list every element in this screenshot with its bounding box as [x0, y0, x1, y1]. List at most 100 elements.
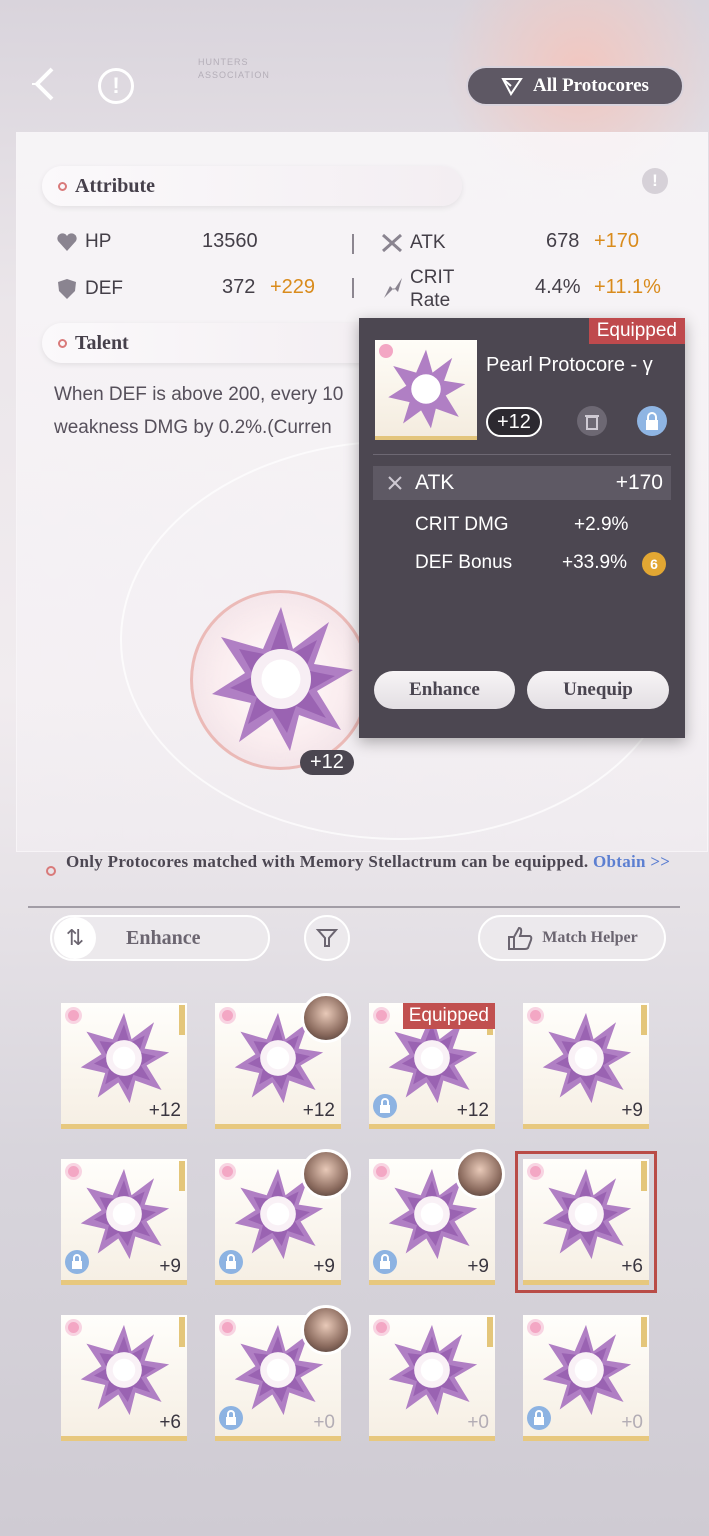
atk-value: 678	[546, 230, 580, 252]
lock-icon	[373, 1250, 397, 1274]
character-avatar	[301, 1305, 351, 1355]
back-icon[interactable]	[30, 66, 62, 102]
protocore-card[interactable]: +6	[61, 1315, 187, 1441]
protocore-popup: Equipped Pearl Protocore - γ +12 ATK +17…	[359, 318, 685, 738]
atk-label: ATK	[410, 232, 446, 253]
filter-icon	[315, 929, 339, 947]
obtain-link[interactable]: Obtain >>	[593, 852, 670, 871]
talent-header: Talent	[42, 323, 382, 363]
section-dot-icon	[58, 181, 67, 191]
thumbs-up-icon	[508, 926, 533, 950]
rarity-ribbon	[179, 1317, 185, 1347]
protocore-icon	[388, 349, 466, 429]
protocore-card[interactable]: +9	[523, 1003, 649, 1129]
rarity-ribbon	[179, 1005, 185, 1035]
section-divider	[28, 906, 680, 908]
attribute-title: Attribute	[75, 174, 155, 197]
info-icon[interactable]: !	[98, 68, 134, 104]
lock-icon	[219, 1250, 243, 1274]
attribute-help-icon[interactable]: !	[642, 168, 668, 194]
upgrade-count-badge: 6	[642, 552, 666, 576]
sub-stat-2-label: DEF Bonus	[415, 552, 513, 573]
rarity-ribbon	[641, 1317, 647, 1347]
center-protocore-icon[interactable]	[206, 604, 356, 754]
lock-icon	[65, 1250, 89, 1274]
enhance-sort-label: Enhance	[126, 926, 201, 949]
def-bonus: +229	[270, 276, 316, 298]
def-value: 372	[222, 276, 256, 298]
enhance-sort-button[interactable]: ⇅ Enhance	[50, 915, 270, 961]
protocore-card[interactable]: +12 Equipped	[369, 1003, 495, 1129]
protocore-icon	[542, 1324, 632, 1416]
rarity-ribbon	[487, 1317, 493, 1347]
protocore-card[interactable]: +12	[61, 1003, 187, 1129]
card-level: +9	[467, 1256, 489, 1277]
protocore-card[interactable]: +9	[215, 1149, 351, 1285]
filter-button[interactable]	[304, 915, 350, 961]
card-level: +9	[621, 1100, 643, 1121]
protocore-card[interactable]: +0	[523, 1315, 649, 1441]
sub-stat-1-value: +2.9%	[574, 514, 629, 535]
center-core-level: +12	[300, 750, 354, 775]
notice-dot-icon	[46, 866, 56, 876]
equipped-tag: Equipped	[402, 1003, 495, 1029]
equip-notice: Only Protocores matched with Memory Stel…	[66, 850, 676, 873]
main-stat-label: ATK	[415, 471, 455, 494]
all-protocores-label: All Protocores	[533, 75, 649, 96]
popup-thumbnail	[375, 340, 477, 440]
association-watermark: HUNTERS ASSOCIATION	[198, 57, 270, 80]
sub-stat-2-value: +33.9%	[562, 552, 627, 573]
send-icon	[501, 78, 523, 96]
protocore-card[interactable]: +9	[61, 1159, 187, 1285]
sub-stat-1-label: CRIT DMG	[415, 514, 509, 535]
crit-rate-value: 4.4%	[535, 276, 581, 298]
protocore-card[interactable]: +0	[369, 1315, 495, 1441]
popup-enhance-button[interactable]: Enhance	[374, 671, 515, 709]
lock-icon[interactable]	[637, 406, 667, 436]
all-protocores-button[interactable]: All Protocores	[466, 66, 684, 106]
card-level: +0	[621, 1412, 643, 1433]
lock-icon	[373, 1094, 397, 1118]
protocore-icon	[388, 1324, 478, 1416]
stat-divider	[352, 278, 354, 298]
card-level: +12	[456, 1100, 489, 1121]
stat-divider	[352, 234, 354, 254]
notice-text: Only Protocores matched with Memory Stel…	[66, 852, 589, 871]
shield-icon	[58, 279, 76, 299]
protocore-icon	[542, 1012, 632, 1104]
match-helper-button[interactable]: Match Helper	[478, 915, 666, 961]
protocore-card[interactable]: +12	[215, 993, 351, 1129]
protocore-card[interactable]: +9	[369, 1149, 505, 1285]
popup-unequip-button[interactable]: Unequip	[527, 671, 669, 709]
rarity-ribbon	[179, 1161, 185, 1191]
lock-icon	[219, 1406, 243, 1430]
character-avatar	[301, 1149, 351, 1199]
attribute-header: Attribute	[42, 166, 462, 206]
character-avatar	[455, 1149, 505, 1199]
atk-icon	[382, 233, 402, 253]
popup-divider	[373, 454, 671, 455]
crit-icon	[384, 278, 402, 298]
lock-icon	[527, 1406, 551, 1430]
atk-icon	[388, 476, 402, 490]
protocore-icon	[542, 1168, 632, 1260]
equipped-tag: Equipped	[588, 318, 685, 344]
heart-icon	[57, 233, 77, 251]
protocore-icon	[80, 1012, 170, 1104]
card-level: +0	[313, 1412, 335, 1433]
protocore-icon	[80, 1324, 170, 1416]
card-level: +6	[159, 1412, 181, 1433]
protocore-card[interactable]: +6	[515, 1151, 657, 1293]
trash-icon[interactable]	[577, 406, 607, 436]
crit-rate-bonus: +11.1%	[594, 276, 661, 298]
def-label: DEF	[85, 278, 123, 299]
card-level: +6	[621, 1256, 643, 1277]
match-helper-label: Match Helper	[542, 929, 638, 946]
card-level: +9	[313, 1256, 335, 1277]
rarity-ribbon	[641, 1005, 647, 1035]
protocore-card[interactable]: +0	[215, 1305, 351, 1441]
rarity-ribbon	[641, 1161, 647, 1191]
character-avatar	[301, 993, 351, 1043]
protocore-icon	[80, 1168, 170, 1260]
talent-title: Talent	[75, 331, 129, 354]
